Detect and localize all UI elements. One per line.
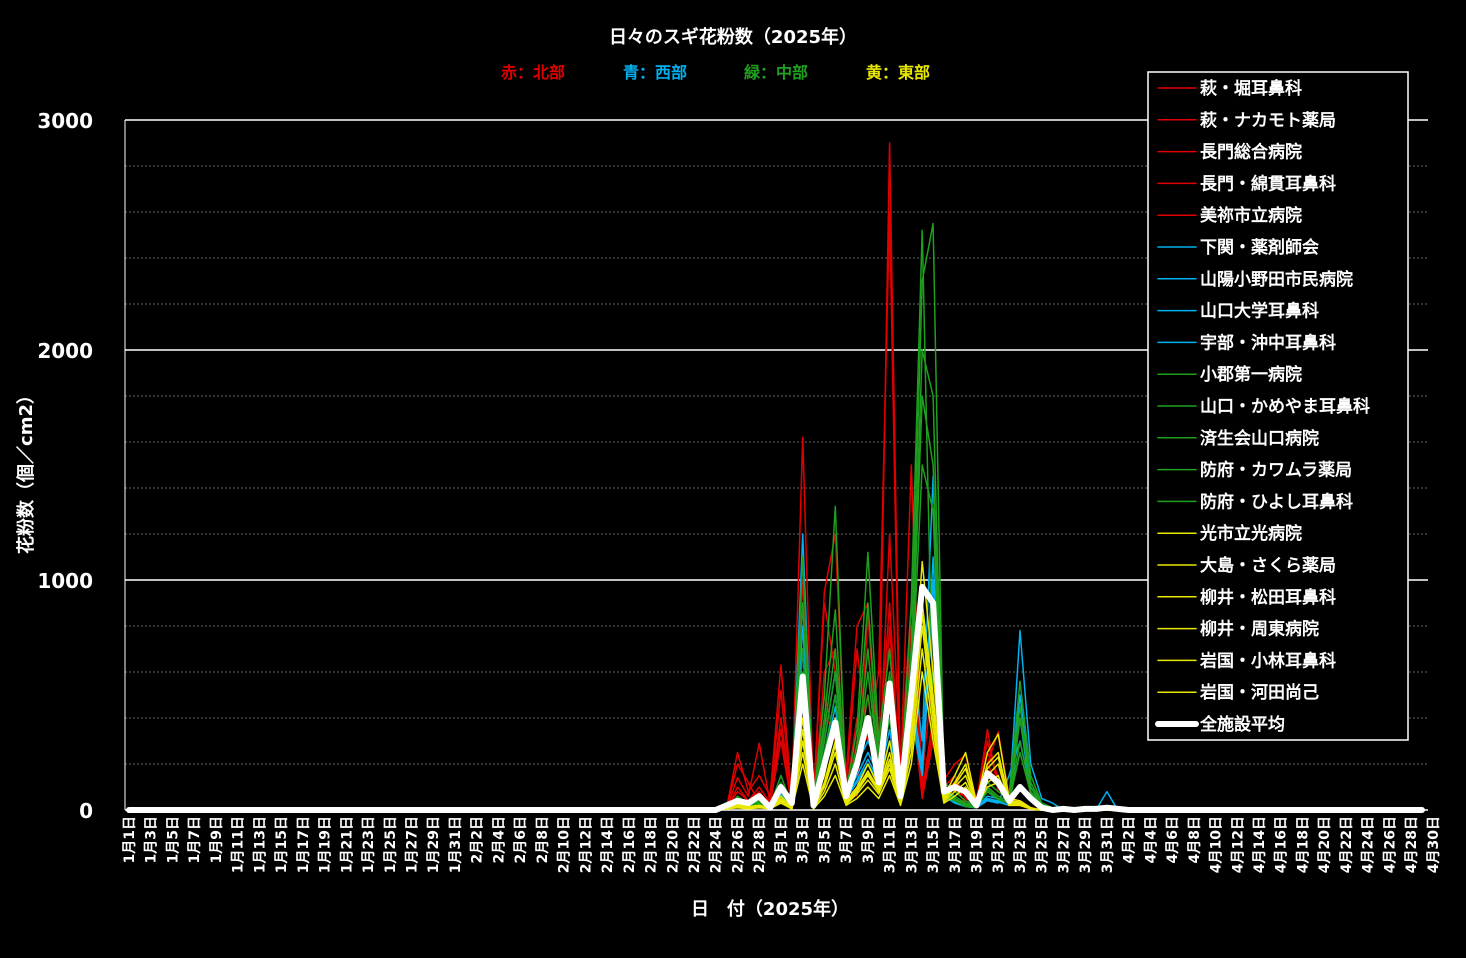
legend-label: 小郡第一病院 — [1200, 364, 1302, 385]
legend-label: 済生会山口病院 — [1200, 428, 1319, 449]
legend-label: 美祢市立病院 — [1200, 205, 1302, 226]
x-tick-label: 1月31日 — [448, 816, 464, 873]
x-tick-label: 3月27日 — [1056, 816, 1072, 873]
x-tick-label: 4月4日 — [1143, 816, 1159, 863]
x-tick-label: 3月15日 — [926, 816, 942, 873]
x-tick-label: 1月11日 — [231, 816, 247, 873]
x-tick-label: 1月21日 — [339, 816, 355, 873]
x-tick-label: 4月30日 — [1426, 816, 1442, 873]
pollen-chart: 日々のスギ花粉数（2025年） 赤：北部 青：西部 緑：中部 黄：東部 0 1000 20… — [0, 0, 1466, 958]
x-tick-label: 1月9日 — [209, 816, 225, 863]
x-tick-label: 2月12日 — [578, 816, 594, 873]
x-tick-label: 3月29日 — [1078, 816, 1094, 873]
x-tick-label: 1月15日 — [274, 816, 290, 873]
legend-label: 防府・ひよし耳鼻科 — [1200, 491, 1353, 512]
legend-label: 大島・さくら薬局 — [1200, 555, 1336, 576]
x-tick-label: 4月12日 — [1230, 816, 1246, 873]
x-tick-label: 2月2日 — [470, 816, 486, 863]
x-tick-label: 4月10日 — [1209, 816, 1225, 873]
x-tick-label: 4月24日 — [1361, 816, 1377, 873]
legend-label: 柳井・周東病院 — [1200, 619, 1319, 640]
x-tick-label: 4月2日 — [1122, 816, 1138, 863]
x-tick-label: 3月3日 — [796, 816, 812, 863]
x-tick-label: 3月9日 — [861, 816, 877, 863]
x-tick-label: 2月20日 — [665, 816, 681, 873]
x-tick-label: 2月26日 — [730, 816, 746, 873]
x-tick-label: 1月25日 — [383, 816, 399, 873]
x-tick-label: 1月3日 — [144, 816, 160, 863]
x-tick-label: 2月4日 — [491, 816, 507, 863]
legend-label: 山陽小野田市民病院 — [1200, 269, 1353, 290]
x-tick-label: 4月6日 — [1165, 816, 1181, 863]
x-tick-label: 2月10日 — [557, 816, 573, 873]
legend-label: 岩国・小林耳鼻科 — [1199, 650, 1336, 671]
x-tick-label: 2月6日 — [513, 816, 529, 863]
x-tick-label: 3月19日 — [970, 816, 986, 873]
x-tick-label: 1月13日 — [252, 816, 268, 873]
x-tick-label: 2月24日 — [709, 816, 725, 873]
x-tick-label: 1月5日 — [165, 816, 181, 863]
x-tick-label: 3月31日 — [1100, 816, 1116, 873]
x-tick-label: 4月16日 — [1274, 816, 1290, 873]
y-tick-label: 1000 — [37, 569, 93, 593]
x-tick-label: 3月21日 — [991, 816, 1007, 873]
legend-label: 光市立光病院 — [1199, 523, 1302, 544]
legend-label: 宇部・沖中耳鼻科 — [1200, 332, 1336, 353]
legend-label: 萩・堀耳鼻科 — [1200, 78, 1302, 99]
x-tick-label: 1月29日 — [426, 816, 442, 873]
x-tick-label: 4月8日 — [1187, 816, 1203, 863]
x-tick-label: 3月13日 — [904, 816, 920, 873]
x-tick-label: 1月19日 — [318, 816, 334, 873]
y-tick-label: 3000 — [37, 109, 93, 133]
legend-label: 山口・かめやま耳鼻科 — [1200, 396, 1370, 417]
legend-label: 岩国・河田尚己 — [1199, 682, 1319, 703]
x-tick-label: 1月1日 — [122, 816, 138, 863]
x-tick-label: 3月7日 — [839, 816, 855, 863]
x-tick-label: 2月18日 — [644, 816, 660, 873]
x-tick-label: 4月18日 — [1295, 816, 1311, 873]
y-tick-label: 0 — [79, 799, 93, 823]
region-label: 黄：東部 — [866, 63, 930, 82]
x-tick-label: 3月25日 — [1035, 816, 1051, 873]
region-label: 青：西部 — [623, 63, 687, 82]
x-tick-label: 3月23日 — [1013, 816, 1029, 873]
legend-label: 柳井・松田耳鼻科 — [1200, 587, 1336, 608]
x-tick-label: 4月26日 — [1382, 816, 1398, 873]
x-tick-label: 2月22日 — [687, 816, 703, 873]
x-tick-label: 4月14日 — [1252, 816, 1268, 873]
x-tick-label: 3月1日 — [774, 816, 790, 863]
legend-label: 山口大学耳鼻科 — [1200, 301, 1319, 322]
legend-label: 防府・カワムラ薬局 — [1200, 460, 1352, 481]
legend-label: 長門総合病院 — [1200, 142, 1302, 163]
y-axis-label: 花粉数（個／cm2） — [15, 386, 37, 554]
legend-label: 長門・綿貫耳鼻科 — [1200, 173, 1336, 194]
x-tick-label: 4月20日 — [1317, 816, 1333, 873]
legend-label: 全施設平均 — [1199, 714, 1285, 735]
x-tick-label: 1月7日 — [187, 816, 203, 863]
chart-title: 日々のスギ花粉数（2025年） — [609, 26, 857, 48]
y-tick-label: 2000 — [37, 339, 93, 363]
x-tick-label: 1月23日 — [361, 816, 377, 873]
x-tick-label: 1月27日 — [405, 816, 421, 873]
x-tick-label: 3月5日 — [817, 816, 833, 863]
x-tick-label: 2月14日 — [600, 816, 616, 873]
x-tick-label: 2月28日 — [752, 816, 768, 873]
legend-label: 下関・薬剤師会 — [1200, 237, 1319, 258]
x-tick-label: 2月8日 — [535, 816, 551, 863]
x-tick-label: 4月22日 — [1339, 816, 1355, 873]
legend-label: 萩・ナカモト薬局 — [1200, 110, 1336, 131]
x-axis-label: 日 付（2025年） — [691, 898, 849, 920]
x-tick-label: 1月17日 — [296, 816, 312, 873]
x-tick-label: 4月28日 — [1404, 816, 1420, 873]
x-tick-label: 2月16日 — [622, 816, 638, 873]
x-tick-label: 3月17日 — [948, 816, 964, 873]
region-label: 赤：北部 — [501, 63, 565, 82]
region-label: 緑：中部 — [744, 63, 808, 82]
x-tick-label: 3月11日 — [883, 816, 899, 873]
legend: 萩・堀耳鼻科萩・ナカモト薬局長門総合病院長門・綿貫耳鼻科美祢市立病院下関・薬剤師… — [1147, 71, 1409, 741]
